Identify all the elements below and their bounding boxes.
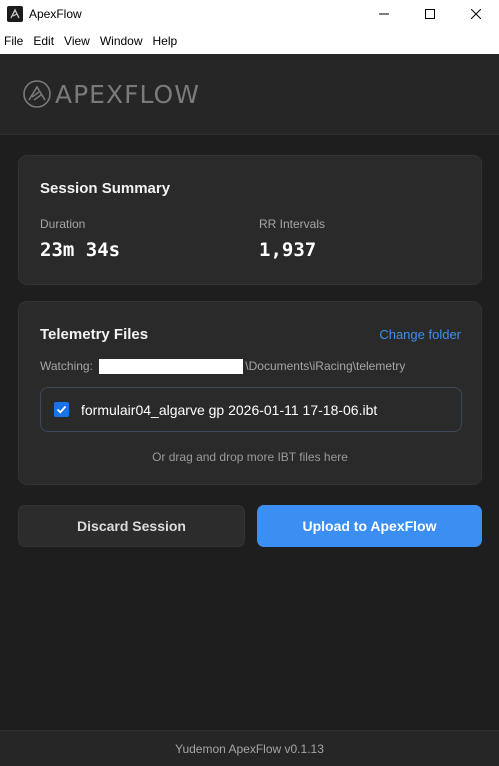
minimize-icon: [379, 13, 389, 14]
checkmark-icon: [56, 405, 67, 414]
watching-label: Watching:: [40, 359, 93, 373]
menu-view[interactable]: View: [59, 34, 95, 48]
footer: Yudemon ApexFlow v0.1.13: [0, 730, 499, 766]
title-bar: ApexFlow: [0, 0, 499, 27]
menu-file[interactable]: File: [0, 34, 28, 48]
window-title: ApexFlow: [29, 6, 82, 21]
duration-label: Duration: [40, 217, 86, 231]
main-content: Session Summary Duration 23m 34s RR Inte…: [0, 135, 499, 730]
app-icon: [7, 5, 23, 22]
window-controls: [361, 0, 499, 27]
menu-window[interactable]: Window: [95, 34, 148, 48]
rr-intervals-label: RR Intervals: [259, 217, 326, 231]
version-text: Yudemon ApexFlow v0.1.13: [175, 741, 324, 756]
drop-zone-hint[interactable]: Or drag and drop more IBT files here: [19, 450, 481, 464]
minimize-button[interactable]: [361, 0, 407, 27]
watching-path: Watching: \Documents\iRacing\telemetry: [40, 359, 406, 375]
duration-value: 23m 34s: [40, 239, 121, 261]
file-list-item[interactable]: formulair04_algarve gp 2026-01-11 17-18-…: [40, 387, 462, 432]
logo-text: APEXFLOW: [55, 79, 200, 109]
app-header: APEXFLOW: [0, 54, 499, 135]
maximize-button[interactable]: [407, 0, 453, 27]
telemetry-files-card: Telemetry Files Change folder Watching: …: [18, 301, 482, 485]
telemetry-files-title: Telemetry Files: [40, 326, 149, 343]
apexflow-logo-icon: [23, 80, 51, 108]
discard-session-button[interactable]: Discard Session: [18, 505, 245, 547]
watching-path-suffix: \Documents\iRacing\telemetry: [245, 359, 406, 373]
redacted-path-segment: [99, 359, 244, 375]
file-checkbox[interactable]: [54, 402, 69, 417]
file-name: formulair04_algarve gp 2026-01-11 17-18-…: [81, 401, 378, 418]
upload-button[interactable]: Upload to ApexFlow: [257, 505, 482, 547]
change-folder-link[interactable]: Change folder: [379, 327, 461, 342]
session-summary-title: Session Summary: [40, 180, 171, 197]
close-icon: [471, 8, 481, 19]
menu-help[interactable]: Help: [148, 34, 183, 48]
rr-intervals-value: 1,937: [259, 239, 317, 261]
session-summary-card: Session Summary Duration 23m 34s RR Inte…: [18, 155, 482, 285]
menu-edit[interactable]: Edit: [28, 34, 59, 48]
maximize-icon: [425, 8, 435, 19]
close-button[interactable]: [453, 0, 499, 27]
menu-bar: File Edit View Window Help: [0, 27, 499, 54]
